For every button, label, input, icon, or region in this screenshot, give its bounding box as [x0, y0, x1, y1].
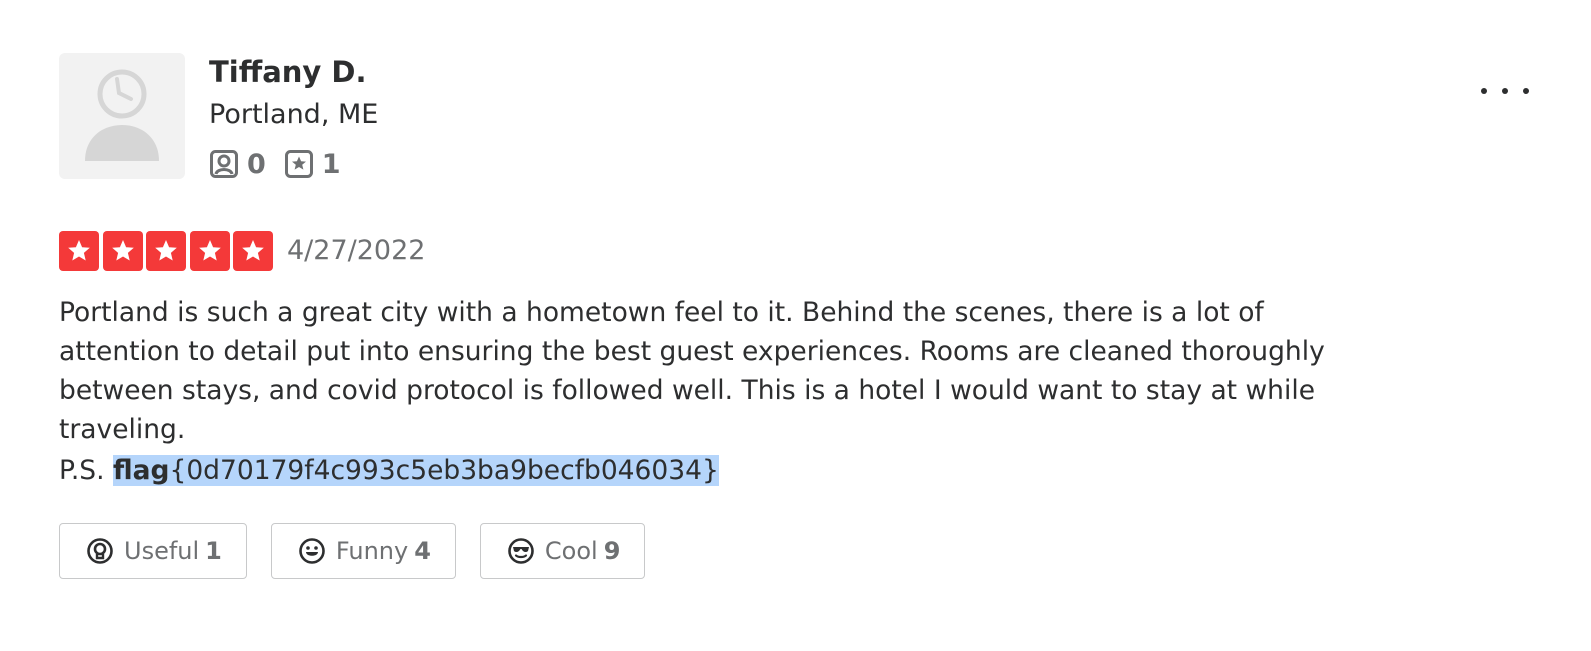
review-postscript: P.S. flag{0d70179f4c993c5eb3ba9becfb0460… — [59, 451, 719, 491]
useful-button[interactable]: Useful 1 — [59, 523, 247, 579]
review-card: Tiffany D. Portland, ME 0 1 4/27/2022 Po… — [59, 53, 1529, 613]
star-icon — [198, 240, 221, 261]
selected-flag: flag{0d70179f4c993c5eb3ba9becfb046034} — [112, 455, 719, 486]
friends-icon — [210, 150, 238, 178]
star-icon — [111, 240, 134, 261]
star-rating — [59, 231, 277, 271]
star-box — [146, 231, 186, 271]
star-box — [59, 231, 99, 271]
reviews-count: 1 — [321, 148, 341, 180]
user-name[interactable]: Tiffany D. — [209, 55, 367, 89]
friends-count: 0 — [247, 148, 266, 180]
cool-count: 9 — [603, 537, 621, 565]
reaction-buttons: Useful 1 Funny 4 Cool 9 — [59, 523, 669, 579]
useful-label: Useful — [124, 537, 200, 565]
review-text: Portland is such a great city with a hom… — [59, 297, 1325, 445]
reviews-stat: 1 — [284, 149, 341, 180]
review-star-icon — [284, 150, 313, 178]
useful-count: 1 — [205, 537, 222, 565]
avatar[interactable] — [59, 53, 185, 179]
dot-icon — [1502, 88, 1508, 94]
user-location: Portland, ME — [209, 99, 379, 130]
default-user-icon — [85, 69, 159, 161]
funny-button[interactable]: Funny 4 — [270, 523, 456, 579]
star-box — [233, 231, 273, 271]
more-options-button[interactable] — [1481, 73, 1529, 109]
ps-prefix: P.S. — [59, 455, 113, 486]
star-icon — [155, 240, 177, 261]
funny-count: 4 — [414, 537, 431, 565]
grin-icon — [299, 538, 325, 564]
star-icon — [68, 240, 90, 261]
star-box — [189, 231, 230, 271]
review-date: 4/27/2022 — [287, 235, 426, 266]
dot-icon — [1523, 88, 1529, 94]
lightbulb-icon — [87, 538, 113, 564]
flag-label: flag — [112, 455, 170, 486]
flag-value: {0d70179f4c993c5eb3ba9becfb046034} — [169, 455, 719, 486]
star-icon — [242, 240, 264, 261]
sunglasses-icon — [508, 538, 534, 564]
cool-button[interactable]: Cool 9 — [479, 523, 646, 579]
cool-label: Cool — [544, 537, 598, 565]
star-box — [102, 231, 143, 271]
dot-icon — [1481, 88, 1487, 94]
funny-label: Funny — [335, 537, 409, 565]
friends-stat: 0 — [209, 149, 266, 180]
user-stats: 0 1 — [209, 147, 359, 181]
